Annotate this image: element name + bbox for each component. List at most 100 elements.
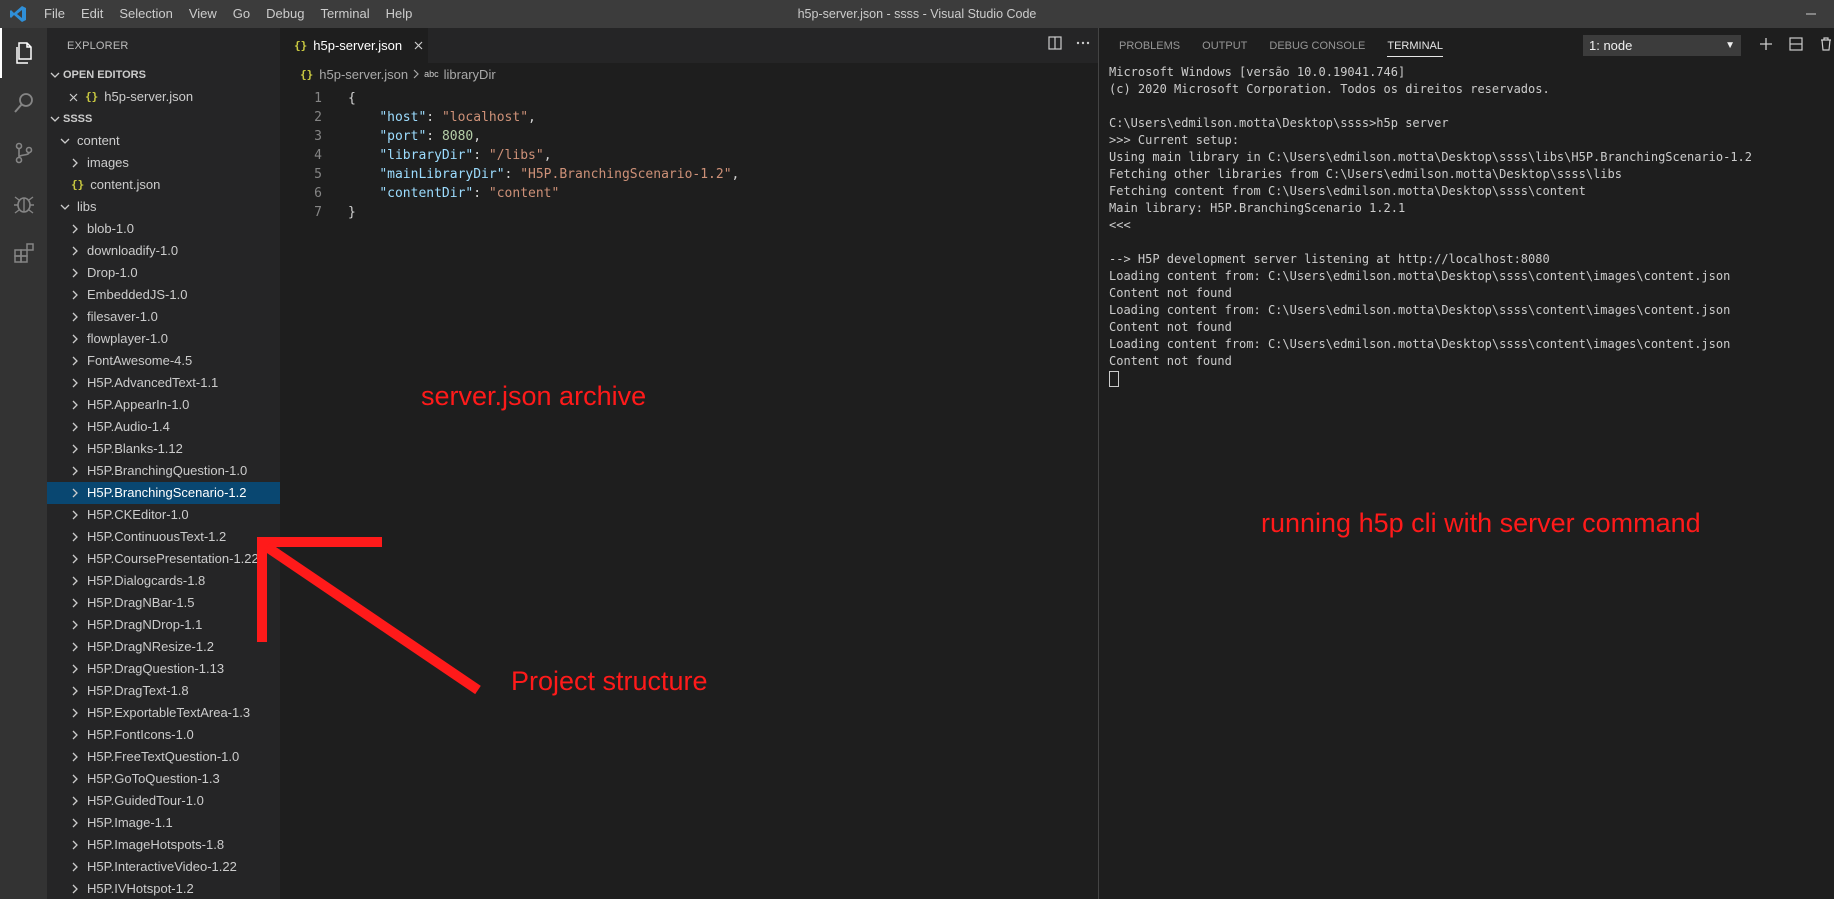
lib-folder-item[interactable]: H5P.BranchingScenario-1.2 (47, 482, 280, 504)
lib-folder-item[interactable]: H5P.InteractiveVideo-1.22 (47, 856, 280, 878)
more-actions-icon[interactable] (1076, 36, 1090, 55)
chevron-right-icon (67, 680, 83, 702)
line-number: 4 (314, 148, 322, 163)
trash-icon[interactable] (1819, 36, 1833, 56)
tab-problems[interactable]: PROBLEMS (1119, 40, 1180, 52)
close-icon[interactable] (65, 93, 81, 102)
breadcrumb-file[interactable]: h5p-server.json (319, 67, 408, 82)
line-number: 2 (314, 110, 322, 125)
terminal-line: Loading content from: C:\Users\edmilson.… (1109, 337, 1731, 351)
chevron-right-icon (67, 416, 83, 438)
lib-folder-item[interactable]: downloadify-1.0 (47, 240, 280, 262)
lib-folder-label: H5P.DragNDrop-1.1 (87, 617, 203, 632)
split-terminal-icon[interactable] (1789, 36, 1803, 56)
chevron-right-icon (67, 350, 83, 372)
lib-folder-label: flowplayer-1.0 (87, 331, 168, 346)
close-icon[interactable] (414, 41, 423, 50)
tab-terminal[interactable]: TERMINAL (1387, 40, 1443, 57)
menu-help[interactable]: Help (378, 0, 421, 28)
folder-libs[interactable]: libs (47, 196, 280, 218)
json-brace: } (348, 205, 356, 220)
folder-images[interactable]: images (47, 152, 280, 174)
chevron-right-icon (67, 372, 83, 394)
json-value: "H5P.BranchingScenario-1.2" (520, 167, 732, 182)
chevron-right-icon (67, 592, 83, 614)
code-editor[interactable]: 1{2 "host": "localhost", 3 "port": 8080, 4… (280, 89, 1098, 222)
terminal-line: Fetching other libraries from C:\Users\e… (1109, 167, 1622, 181)
menu-go[interactable]: Go (225, 0, 258, 28)
lib-folder-item[interactable]: H5P.ImageHotspots-1.8 (47, 834, 280, 856)
lib-folder-item[interactable]: flowplayer-1.0 (47, 328, 280, 350)
lib-folder-item[interactable]: H5P.Image-1.1 (47, 812, 280, 834)
chevron-right-icon (67, 834, 83, 856)
lib-folder-item[interactable]: H5P.Blanks-1.12 (47, 438, 280, 460)
lib-folder-label: H5P.ContinuousText-1.2 (87, 529, 227, 544)
lib-folder-label: H5P.CoursePresentation-1.22 (87, 551, 259, 566)
lib-folder-item[interactable]: EmbeddedJS-1.0 (47, 284, 280, 306)
project-section[interactable]: SSSS (47, 108, 280, 130)
lib-folder-label: H5P.InteractiveVideo-1.22 (87, 859, 237, 874)
lib-folder-item[interactable]: H5P.BranchingQuestion-1.0 (47, 460, 280, 482)
menu-debug[interactable]: Debug (258, 0, 312, 28)
lib-folder-label: H5P.CKEditor-1.0 (87, 507, 189, 522)
menu-selection[interactable]: Selection (111, 0, 180, 28)
line-number: 3 (314, 129, 322, 144)
lib-folder-item[interactable]: H5P.FreeTextQuestion-1.0 (47, 746, 280, 768)
lib-folder-item[interactable]: H5P.ExportableTextArea-1.3 (47, 702, 280, 724)
lib-folder-item[interactable]: H5P.GoToQuestion-1.3 (47, 768, 280, 790)
terminal-output[interactable]: Microsoft Windows [versão 10.0.19041.746… (1109, 64, 1834, 387)
tab-h5p-server-json[interactable]: {} h5p-server.json (280, 28, 428, 63)
lib-folder-item[interactable]: filesaver-1.0 (47, 306, 280, 328)
menu-view[interactable]: View (181, 0, 225, 28)
terminal-select[interactable]: 1: node ▼ (1583, 35, 1741, 56)
chevron-right-icon (67, 328, 83, 350)
explorer-button[interactable] (0, 28, 47, 78)
menu-edit[interactable]: Edit (73, 0, 111, 28)
new-terminal-icon[interactable] (1759, 37, 1773, 56)
lib-folder-item[interactable]: H5P.Audio-1.4 (47, 416, 280, 438)
minimize-button[interactable] (1788, 0, 1834, 28)
source-control-icon (15, 142, 32, 164)
json-value: "/libs" (488, 148, 544, 163)
json-entry: "port": 8080, (379, 129, 482, 144)
file-content-json[interactable]: {} content.json (47, 174, 280, 196)
lib-folder-item[interactable]: FontAwesome-4.5 (47, 350, 280, 372)
menu-file[interactable]: File (36, 0, 73, 28)
breadcrumb-symbol[interactable]: libraryDir (444, 67, 496, 82)
chevron-right-icon (67, 240, 83, 262)
split-editor-icon[interactable] (1048, 36, 1062, 55)
lib-folder-item[interactable]: H5P.IVHotspot-1.2 (47, 878, 280, 899)
lib-folder-item[interactable]: H5P.FontIcons-1.0 (47, 724, 280, 746)
lib-folder-item[interactable]: H5P.GuidedTour-1.0 (47, 790, 280, 812)
json-key: "port" (379, 129, 427, 144)
extensions-button[interactable] (0, 228, 47, 278)
lib-folder-item[interactable]: Drop-1.0 (47, 262, 280, 284)
open-editor-item[interactable]: {} h5p-server.json (47, 86, 280, 108)
lib-folder-label: blob-1.0 (87, 221, 134, 236)
chevron-right-icon (67, 504, 83, 526)
vscode-logo-icon (0, 0, 36, 28)
lib-folder-item[interactable]: H5P.AppearIn-1.0 (47, 394, 280, 416)
chevron-right-icon (67, 394, 83, 416)
lib-folder-item[interactable]: H5P.AdvancedText-1.1 (47, 372, 280, 394)
terminal-line: Content not found (1109, 320, 1232, 334)
tab-debug-console[interactable]: DEBUG CONSOLE (1269, 40, 1365, 52)
lib-folder-label: Drop-1.0 (87, 265, 138, 280)
json-value: 8080 (441, 129, 474, 144)
tab-output[interactable]: OUTPUT (1202, 40, 1247, 52)
debug-button[interactable] (0, 178, 47, 228)
chevron-down-icon (47, 64, 63, 86)
open-editors-section[interactable]: OPEN EDITORS (47, 64, 280, 86)
search-button[interactable] (0, 78, 47, 128)
code-line: 3 "port": 8080, (280, 127, 1098, 146)
chevron-right-icon (67, 548, 83, 570)
folder-content[interactable]: content (47, 130, 280, 152)
source-control-button[interactable] (0, 128, 47, 178)
lib-folder-label: H5P.FreeTextQuestion-1.0 (87, 749, 240, 764)
chevron-right-icon (67, 284, 83, 306)
menu-terminal[interactable]: Terminal (312, 0, 377, 28)
lib-folder-item[interactable]: blob-1.0 (47, 218, 280, 240)
json-entry: "mainLibraryDir": "H5P.BranchingScenario… (379, 167, 740, 182)
